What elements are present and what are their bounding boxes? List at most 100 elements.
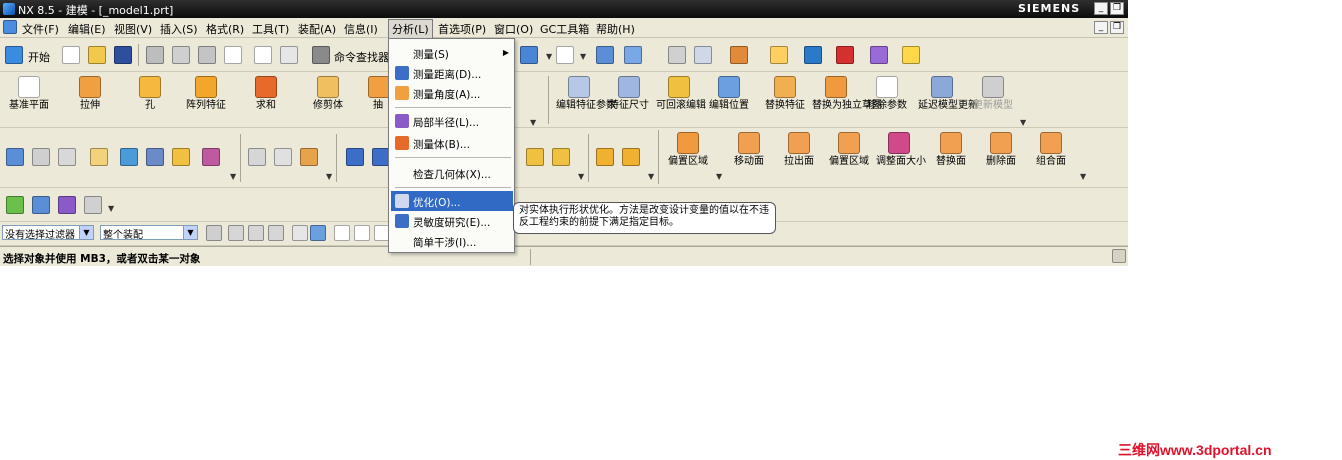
measure-ruler-icon[interactable] [902, 46, 920, 64]
snap-icon[interactable] [6, 148, 24, 166]
delete-face-button[interactable]: 删除面 [980, 132, 1022, 168]
menu-item-examine-geometry[interactable]: 检查几何体(X)... [391, 163, 513, 183]
menu-item-measure[interactable]: 测量(S) ▶ [391, 43, 513, 63]
select-tangent-icon[interactable] [292, 225, 308, 241]
macro-icon[interactable] [202, 148, 220, 166]
mid-point-snap-icon[interactable] [354, 225, 370, 241]
offset-region-2-button[interactable]: 偏置区域 [826, 132, 872, 168]
restore-button[interactable]: ❐ [1110, 2, 1124, 15]
remove-parameters-button[interactable]: 移除参数 [864, 76, 910, 112]
grid-icon[interactable] [526, 148, 544, 166]
select-feature-icon[interactable] [228, 225, 244, 241]
doc-minimize-button[interactable]: _ [1094, 21, 1108, 34]
delay-update-button[interactable]: 延迟模型更新 [918, 76, 978, 112]
select-face-icon[interactable] [268, 225, 284, 241]
doc-restore-button[interactable]: ❐ [1110, 21, 1124, 34]
hammer-icon[interactable] [146, 148, 164, 166]
save-icon[interactable] [114, 46, 132, 64]
curve-icon[interactable] [248, 148, 266, 166]
menu-insert[interactable]: 插入(S) [160, 21, 198, 37]
minimize-button[interactable]: _ [1094, 2, 1108, 15]
menu-item-local-radius[interactable]: 局部半径(L)... [391, 111, 513, 131]
general-selection-icon[interactable] [206, 225, 222, 241]
menu-gc-toolkit[interactable]: GC工具箱 [540, 21, 589, 37]
edit-toolbar-more-icon[interactable]: ▼ [1020, 118, 1026, 127]
start-button-label[interactable]: 开始 [28, 49, 50, 65]
menu-item-sensitivity-study[interactable]: 灵敏度研究(E)... [391, 211, 513, 231]
pull-face-button[interactable]: 拉出面 [778, 132, 820, 168]
command-finder-label[interactable]: 命令查找器 [334, 49, 389, 65]
layer-settings-icon[interactable] [668, 46, 686, 64]
offset-region-dropdown-icon[interactable]: ▼ [716, 172, 722, 181]
update-model-button[interactable]: 更新模型 [970, 76, 1016, 112]
scissors-icon[interactable] [274, 148, 292, 166]
delete-icon[interactable] [224, 46, 242, 64]
menu-item-optimization[interactable]: 优化(O)... [391, 191, 513, 211]
select-body-icon[interactable] [248, 225, 264, 241]
menu-preferences[interactable]: 首选项(P) [438, 21, 486, 37]
toolbar-b-more-icon[interactable]: ▼ [326, 172, 332, 181]
select-solid-icon[interactable] [310, 225, 326, 241]
menu-window[interactable]: 窗口(O) [494, 21, 533, 37]
new-file-icon[interactable] [62, 46, 80, 64]
pattern-feature-button[interactable]: 阵列特征 [182, 76, 230, 112]
menu-item-measure-body[interactable]: 测量体(B)... [391, 133, 513, 153]
shell-button[interactable]: 抽 [368, 76, 390, 112]
edit-feature-parameters-button[interactable]: 编辑特征参数 [556, 76, 616, 112]
show-hide-icon[interactable] [770, 46, 788, 64]
replace-with-sketch-button[interactable]: 替换为独立草图 [812, 76, 882, 112]
csys-icon[interactable] [596, 46, 614, 64]
note-icon[interactable] [90, 148, 108, 166]
offset-region-button[interactable]: 偏置区域 [664, 132, 712, 168]
menu-tools[interactable]: 工具(T) [252, 21, 289, 37]
menu-information[interactable]: 信息(I) [344, 21, 378, 37]
wcs-icon[interactable] [870, 46, 888, 64]
background-color-icon[interactable] [556, 46, 574, 64]
menu-assemblies[interactable]: 装配(A) [298, 21, 336, 37]
layers-icon[interactable] [32, 148, 50, 166]
menu-view[interactable]: 视图(V) [114, 21, 152, 37]
resize-face-button[interactable]: 调整面大小 [876, 132, 926, 168]
blade-icon[interactable] [120, 148, 138, 166]
group-a-icon[interactable] [596, 148, 614, 166]
copy-icon[interactable] [172, 46, 190, 64]
orient-view-icon[interactable] [624, 46, 642, 64]
menu-item-simple-interference[interactable]: 简单干涉(I)... [391, 231, 513, 251]
motion-icon[interactable] [804, 46, 822, 64]
toolbar-a-more-icon[interactable]: ▼ [230, 172, 236, 181]
command-finder-icon[interactable] [312, 46, 330, 64]
type-filter-select[interactable]: 没有选择过滤器 ▼ [2, 225, 94, 241]
fit-view-icon[interactable] [836, 46, 854, 64]
shaded-view-dropdown-icon[interactable]: ▼ [546, 52, 552, 61]
cylinder-icon[interactable] [346, 148, 364, 166]
extrude-button[interactable]: 拉伸 [70, 76, 110, 112]
paste-icon[interactable] [198, 46, 216, 64]
sync-toolbar-more-icon[interactable]: ▼ [1080, 172, 1086, 181]
folder-grid-icon[interactable] [552, 148, 570, 166]
group-face-button[interactable]: 组合面 [1030, 132, 1072, 168]
snap-point-icon[interactable] [730, 46, 748, 64]
resize-grip-icon[interactable] [1112, 249, 1126, 263]
undo-icon[interactable] [254, 46, 272, 64]
selection-scope-select[interactable]: 整个装配 ▼ [100, 225, 198, 241]
datum-plane-button[interactable]: 基准平面 [6, 76, 52, 112]
dimension-icon[interactable] [300, 148, 318, 166]
menu-item-measure-distance[interactable]: 测量距离(D)... [391, 63, 513, 83]
redo-icon[interactable] [280, 46, 298, 64]
replace-feature-button[interactable]: 替换特征 [762, 76, 808, 112]
axes-icon[interactable] [84, 196, 102, 214]
menu-help[interactable]: 帮助(H) [596, 21, 635, 37]
sheet-icon[interactable] [58, 148, 76, 166]
utility-more-icon[interactable]: ▼ [108, 204, 114, 213]
menu-file[interactable]: 文件(F) [22, 21, 59, 37]
replace-face-button[interactable]: 替换面 [930, 132, 972, 168]
background-dropdown-icon[interactable]: ▼ [580, 52, 586, 61]
unite-button[interactable]: 求和 [246, 76, 286, 112]
check-icon[interactable] [6, 196, 24, 214]
start-icon[interactable] [5, 46, 23, 64]
toolbar-c-more-icon[interactable]: ▼ [578, 172, 584, 181]
menu-format[interactable]: 格式(R) [206, 21, 244, 37]
rollback-edit-button[interactable]: 可回滚编辑 [656, 76, 706, 112]
box-icon[interactable] [172, 148, 190, 166]
menu-edit[interactable]: 编辑(E) [68, 21, 106, 37]
